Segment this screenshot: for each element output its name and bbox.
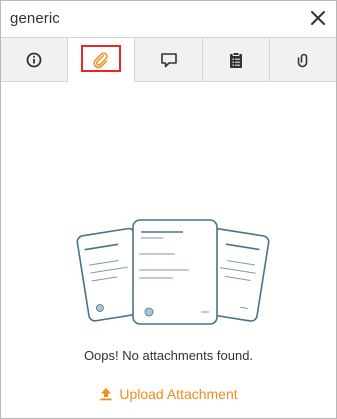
empty-documents-illustration <box>76 219 270 325</box>
tab-comments[interactable] <box>135 38 203 82</box>
close-button[interactable] <box>310 10 326 26</box>
panel-title: generic <box>10 10 60 27</box>
info-icon <box>26 52 42 68</box>
panel-header: generic <box>1 1 336 38</box>
upload-attachment-button[interactable]: Upload Attachment <box>1 386 336 402</box>
tab-bar <box>1 38 336 82</box>
tab-links[interactable] <box>270 38 336 82</box>
empty-message: Oops! No attachments found. <box>83 348 254 363</box>
upload-attachment-label: Upload Attachment <box>119 386 238 402</box>
empty-state: Oops! No attachments found. Upload Attac… <box>1 82 336 418</box>
close-icon <box>311 11 325 25</box>
comment-icon <box>160 53 177 68</box>
clipboard-icon <box>229 52 242 68</box>
upload-icon <box>100 388 112 401</box>
tab-attachments[interactable] <box>68 38 136 82</box>
tab-tasks[interactable] <box>203 38 270 82</box>
tab-info[interactable] <box>1 38 69 82</box>
attachment-panel: generic Oops! No attachments found. Uplo… <box>0 0 337 419</box>
active-tab-highlight <box>81 45 122 72</box>
link-icon <box>297 53 308 68</box>
